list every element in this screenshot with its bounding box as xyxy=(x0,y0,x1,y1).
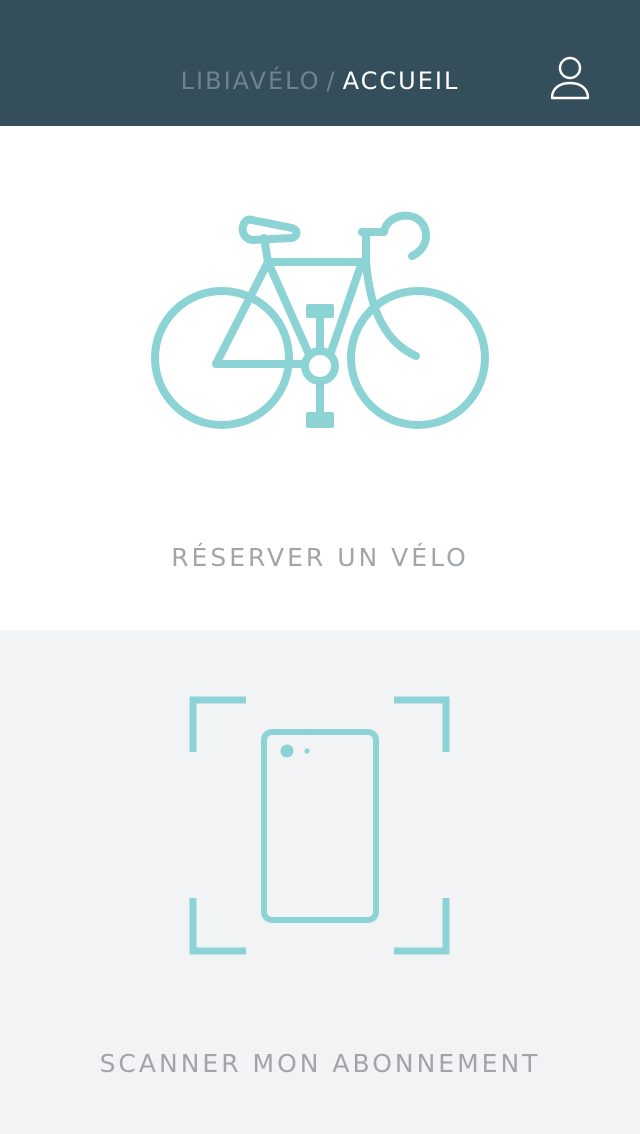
breadcrumb: LIBIAVÉLO / ACCUEIL xyxy=(0,62,640,100)
reserve-bike-button[interactable]: RÉSERVER UN VÉLO xyxy=(0,126,640,630)
scan-subscription-button[interactable]: SCANNER MON ABONNEMENT xyxy=(0,630,640,1134)
bicycle-icon xyxy=(151,211,489,429)
top-bar: LIBIAVÉLO / ACCUEIL xyxy=(0,0,640,126)
breadcrumb-current-page: ACCUEIL xyxy=(342,67,460,95)
breadcrumb-brand[interactable]: LIBIAVÉLO xyxy=(181,67,321,95)
profile-button[interactable] xyxy=(548,54,592,102)
user-icon xyxy=(550,56,590,100)
app-screen: LIBIAVÉLO / ACCUEIL RÉSERVER UN VÉLO SCA… xyxy=(0,0,640,1134)
scan-subscription-label: SCANNER MON ABONNEMENT xyxy=(99,1049,541,1078)
reserve-bike-label: RÉSERVER UN VÉLO xyxy=(171,543,469,572)
breadcrumb-separator: / xyxy=(326,67,337,95)
phone-scan-icon xyxy=(189,696,450,955)
